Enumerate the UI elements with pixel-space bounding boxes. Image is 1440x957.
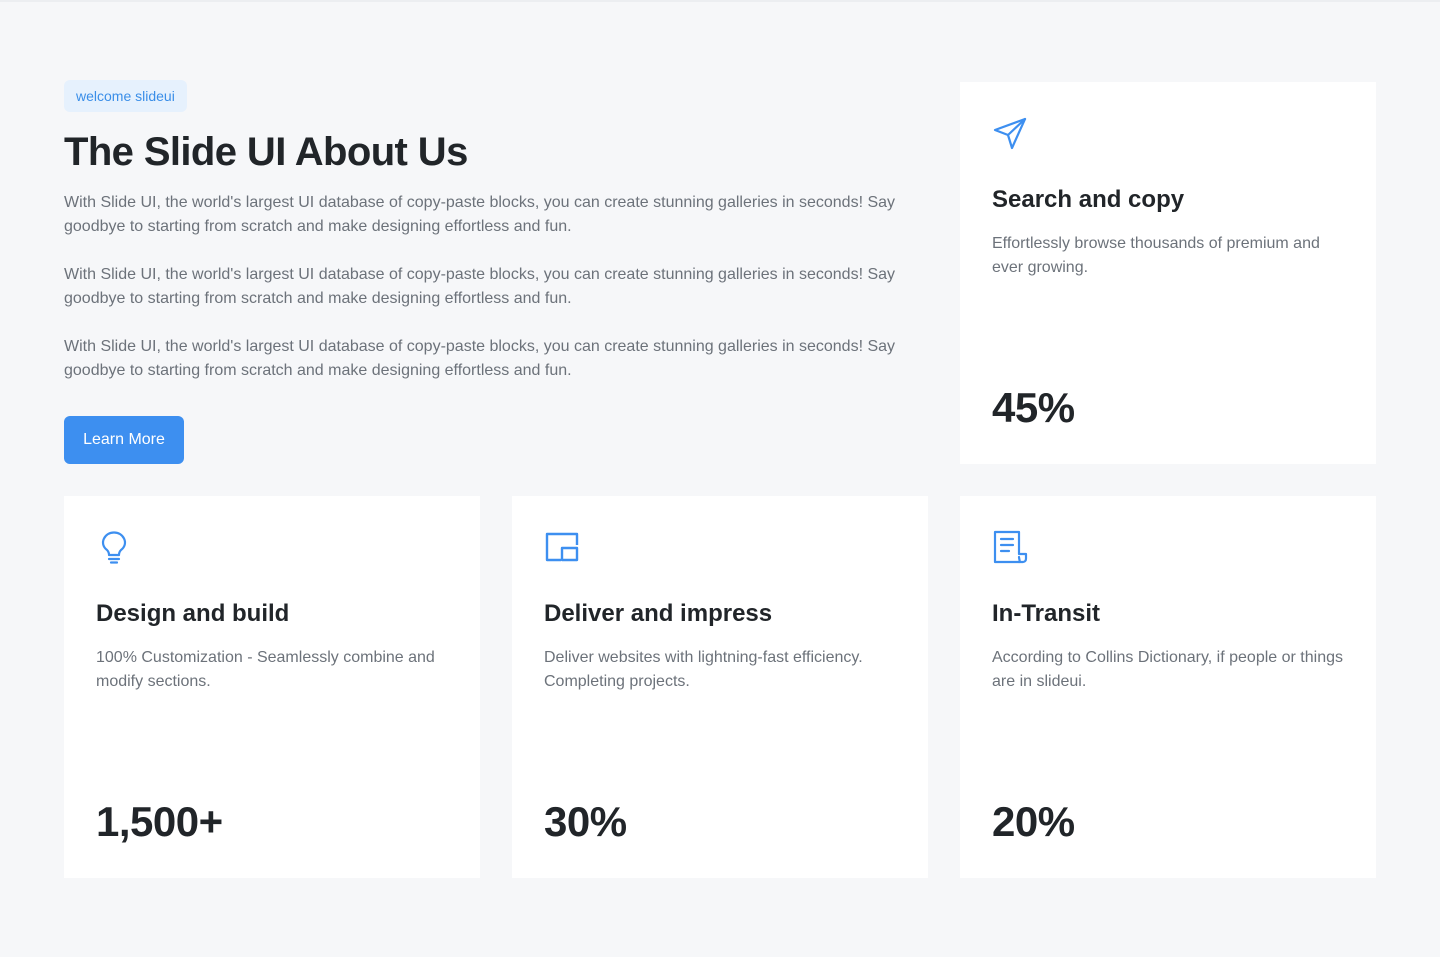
card-description: According to Collins Dictionary, if peop…: [992, 649, 1343, 690]
card-stat: 30%: [544, 798, 627, 845]
intro-paragraph: With Slide UI, the world's largest UI da…: [64, 338, 896, 379]
card-stat: 20%: [992, 798, 1075, 845]
card-title: Design and build: [96, 600, 290, 627]
card-title: Search and copy: [992, 186, 1185, 213]
feature-card-deliver: Deliver and impress Deliver websites wit…: [512, 496, 928, 878]
intro-paragraph: With Slide UI, the world's largest UI da…: [64, 266, 896, 307]
send-icon: [992, 115, 1028, 151]
feature-card-transit: In-Transit According to Collins Dictiona…: [960, 496, 1376, 878]
learn-more-button[interactable]: Learn More: [64, 416, 184, 464]
card-description: Deliver websites with lightning-fast eff…: [544, 649, 863, 690]
page-title: The Slide UI About Us: [64, 130, 468, 174]
feature-card-search: Search and copy Effortlessly browse thou…: [960, 82, 1376, 464]
welcome-tag: welcome slideui: [64, 80, 187, 112]
intro-block: welcome slideui The Slide UI About Us Wi…: [64, 80, 934, 464]
intro-paragraph: With Slide UI, the world's largest UI da…: [64, 194, 896, 235]
card-title: In-Transit: [992, 600, 1101, 627]
feature-card-design: Design and build 100% Customization - Se…: [64, 496, 480, 878]
about-section: welcome slideui The Slide UI About Us Wi…: [0, 0, 1440, 957]
card-stat: 1,500+: [96, 798, 223, 845]
card-description: Effortlessly browse thousands of premium…: [992, 235, 1320, 276]
picture-in-picture-icon: [544, 529, 580, 565]
document-icon: [992, 529, 1028, 565]
card-description: 100% Customization - Seamlessly combine …: [96, 649, 435, 690]
card-stat: 45%: [992, 384, 1075, 431]
card-title: Deliver and impress: [544, 600, 773, 627]
lightbulb-icon: [96, 529, 132, 565]
